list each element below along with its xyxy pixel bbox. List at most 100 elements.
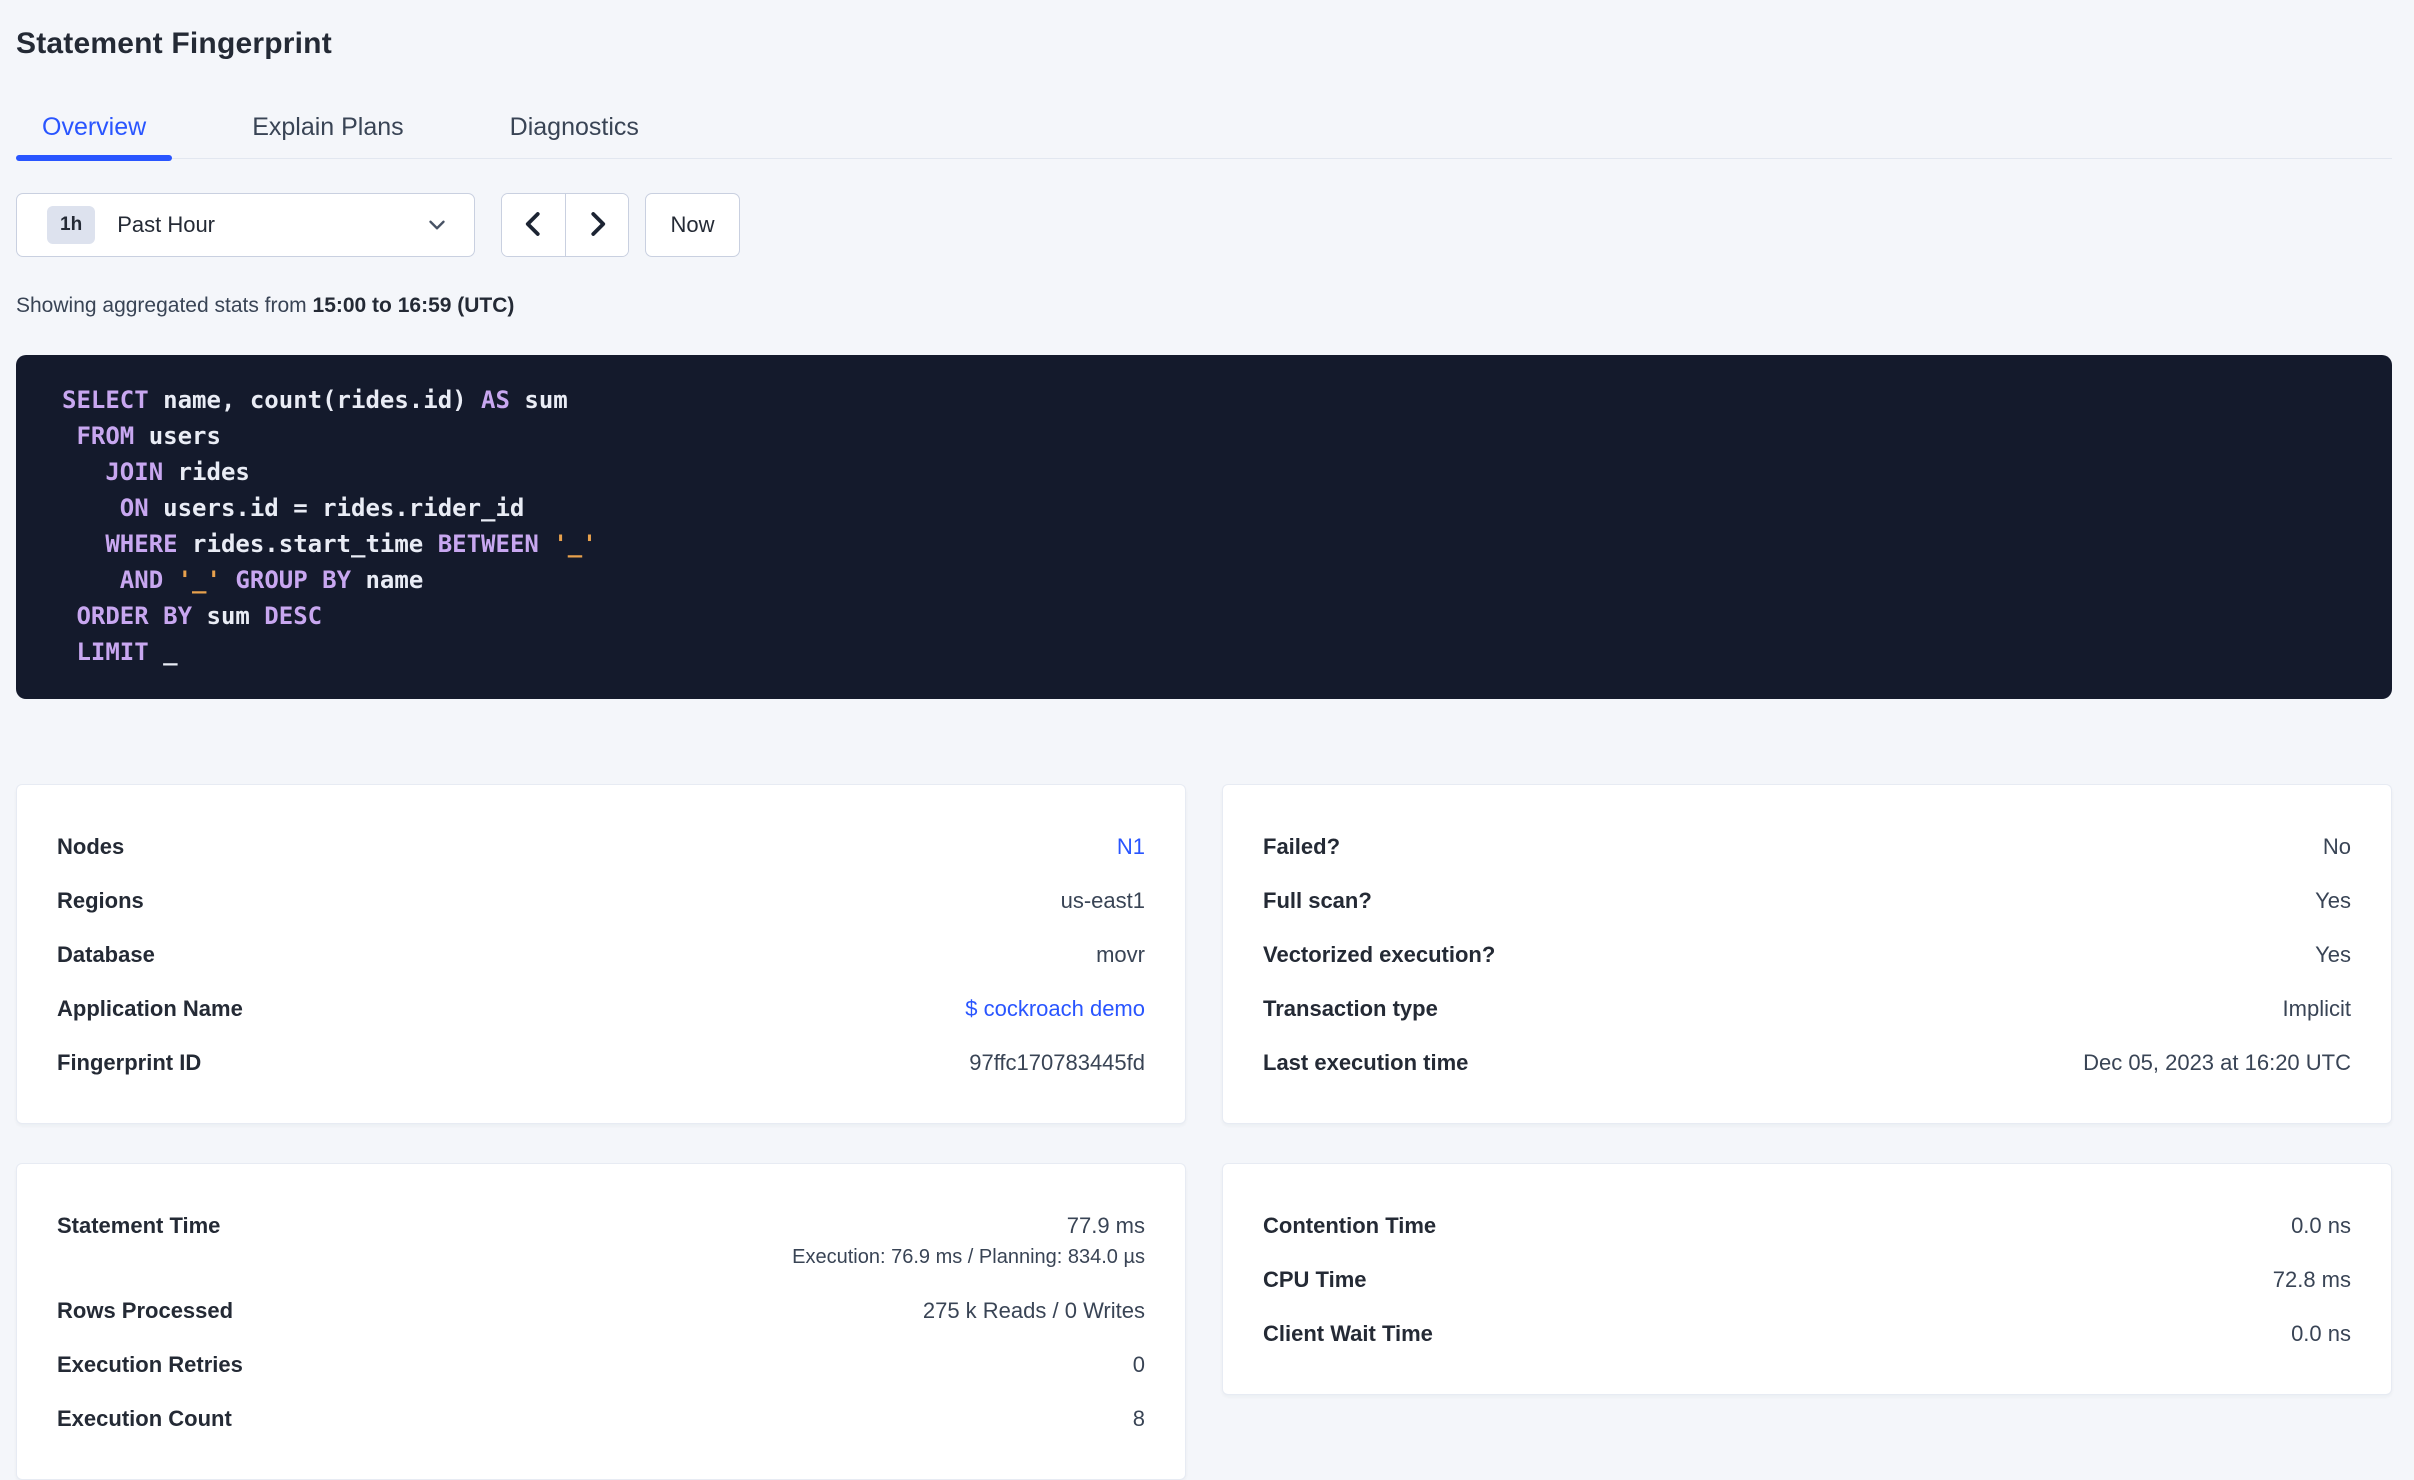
- row-label: Application Name: [57, 995, 243, 1021]
- row-value: 0.0 ns: [2291, 1320, 2351, 1346]
- row-value: 0: [1132, 1351, 1145, 1377]
- row-value-link[interactable]: $ cockroach demo: [965, 995, 1145, 1022]
- row-label: Contention Time: [1263, 1212, 1437, 1238]
- card-row: Application Name $ cockroach demo: [57, 981, 1145, 1035]
- sql-text: sum: [192, 602, 265, 630]
- tab-diagnostics[interactable]: Diagnostics: [484, 112, 665, 158]
- sql-text: name: [351, 566, 424, 594]
- sql-literal: '_': [553, 530, 597, 558]
- chevron-down-icon: [424, 212, 450, 238]
- sql-keyword: AND: [119, 566, 164, 594]
- card-row: Failed? No: [1263, 819, 2351, 873]
- prev-time-button[interactable]: [502, 194, 565, 256]
- row-value-group: Yes: [2315, 941, 2351, 968]
- card-row: Regions us-east1: [57, 873, 1145, 927]
- next-time-button[interactable]: [565, 194, 628, 256]
- row-value-group: 8: [1133, 1405, 1145, 1432]
- row-value: Yes: [2315, 887, 2351, 913]
- sql-keyword: DESC: [264, 602, 323, 630]
- sql-keyword: ORDER BY: [76, 602, 193, 630]
- row-label: CPU Time: [1263, 1266, 1367, 1292]
- chevron-left-icon: [519, 209, 549, 242]
- time-range-dropdown[interactable]: 1h Past Hour: [16, 193, 475, 257]
- row-label: Database: [57, 941, 155, 967]
- card-row: Client Wait Time 0.0 ns: [1263, 1306, 2351, 1360]
- tab-explain-plans[interactable]: Explain Plans: [226, 112, 429, 158]
- row-value-group: 275 k Reads / 0 Writes: [923, 1297, 1145, 1324]
- sql-code: SELECT name, count(rides.id) AS sum FROM…: [62, 382, 2346, 670]
- card-row: Execution Count 8: [57, 1391, 1145, 1445]
- card-row: Full scan? Yes: [1263, 873, 2351, 927]
- sql-literal: '_': [177, 566, 221, 594]
- row-value-group: 0.0 ns: [2291, 1320, 2351, 1347]
- row-value-group: N1: [1117, 833, 1145, 860]
- card-row: Database movr: [57, 927, 1145, 981]
- row-subvalue: Execution: 76.9 ms / Planning: 834.0 µs: [792, 1246, 1145, 1268]
- now-button[interactable]: Now: [645, 193, 740, 257]
- stats-line-range: 15:00 to 16:59 (UTC): [312, 294, 515, 317]
- sql-keyword: ON: [119, 494, 149, 522]
- row-value-group: 0: [1133, 1351, 1145, 1378]
- sql-text: users.id = rides.rider_id: [148, 494, 525, 522]
- card-row: Fingerprint ID 97ffc170783445fd: [57, 1035, 1145, 1089]
- statement-fingerprint-page: Statement Fingerprint Overview Explain P…: [0, 0, 2414, 1480]
- row-label: Full scan?: [1263, 887, 1372, 913]
- time-controls: 1h Past Hour Now: [16, 193, 2392, 257]
- row-value-group: $ cockroach demo: [965, 995, 1145, 1022]
- sql-text: _: [148, 638, 178, 666]
- row-label: Last execution time: [1263, 1049, 1469, 1075]
- row-value-group: Dec 05, 2023 at 16:20 UTC: [2083, 1049, 2351, 1076]
- card-row: Last execution time Dec 05, 2023 at 16:20…: [1263, 1035, 2351, 1089]
- sql-keyword: GROUP BY: [235, 566, 352, 594]
- stats-line-prefix: Showing aggregated stats from: [16, 294, 313, 317]
- row-value-link[interactable]: N1: [1117, 833, 1145, 860]
- sql-statement-box: SELECT name, count(rides.id) AS sum FROM…: [16, 355, 2392, 699]
- row-value: Dec 05, 2023 at 16:20 UTC: [2083, 1049, 2351, 1075]
- aggregated-stats-line: Showing aggregated stats from 15:00 to 1…: [16, 293, 2392, 319]
- row-label: Vectorized execution?: [1263, 941, 1496, 967]
- sql-keyword: FROM: [76, 422, 135, 450]
- card-row: Statement Time 77.9 ms Execution: 76.9 ms …: [57, 1198, 1145, 1283]
- tab-overview[interactable]: Overview: [16, 112, 173, 161]
- row-value-group: 0.0 ns: [2291, 1212, 2351, 1239]
- card-row: Execution Retries 0: [57, 1337, 1145, 1391]
- card-row: Rows Processed 275 k Reads / 0 Writes: [57, 1283, 1145, 1337]
- row-value: 0.0 ns: [2291, 1212, 2351, 1238]
- row-value-group: 72.8 ms: [2273, 1266, 2351, 1293]
- row-value: 275 k Reads / 0 Writes: [922, 1297, 1145, 1323]
- row-value: movr: [1096, 941, 1145, 967]
- sql-text: rides: [163, 458, 250, 486]
- sql-text: name, count(rides.id): [148, 386, 482, 414]
- sql-text: sum: [509, 386, 568, 414]
- page-title: Statement Fingerprint: [16, 27, 332, 60]
- sql-text: users: [134, 422, 221, 450]
- sql-keyword: SELECT: [62, 386, 149, 414]
- row-value-group: us-east1: [1061, 887, 1145, 914]
- row-label: Statement Time: [57, 1213, 221, 1238]
- time-nav-button-group: [501, 193, 629, 257]
- sql-keyword: LIMIT: [76, 638, 149, 666]
- time-range-label: Past Hour: [117, 212, 216, 237]
- row-label: Nodes: [57, 833, 125, 859]
- sql-keyword: BETWEEN: [437, 530, 539, 558]
- card-row: Transaction type Implicit: [1263, 981, 2351, 1035]
- row-value-group: No: [2323, 833, 2351, 860]
- row-label: Failed?: [1263, 833, 1341, 859]
- row-value: 97ffc170783445fd: [969, 1049, 1145, 1075]
- card-node-info: Nodes N1 Regions us-east1 Database movr Applic…: [16, 784, 1186, 1124]
- card-statement-statistics: Statement Time 77.9 ms Execution: 76.9 ms …: [16, 1163, 1186, 1480]
- row-value: 77.9 ms: [1066, 1213, 1145, 1238]
- row-value: 8: [1132, 1405, 1145, 1431]
- row-label: Execution Count: [57, 1405, 232, 1431]
- card-row: Contention Time 0.0 ns: [1263, 1198, 2351, 1252]
- row-label: Execution Retries: [57, 1351, 243, 1377]
- row-value-group: movr: [1096, 941, 1145, 968]
- sql-keyword: AS: [481, 386, 510, 414]
